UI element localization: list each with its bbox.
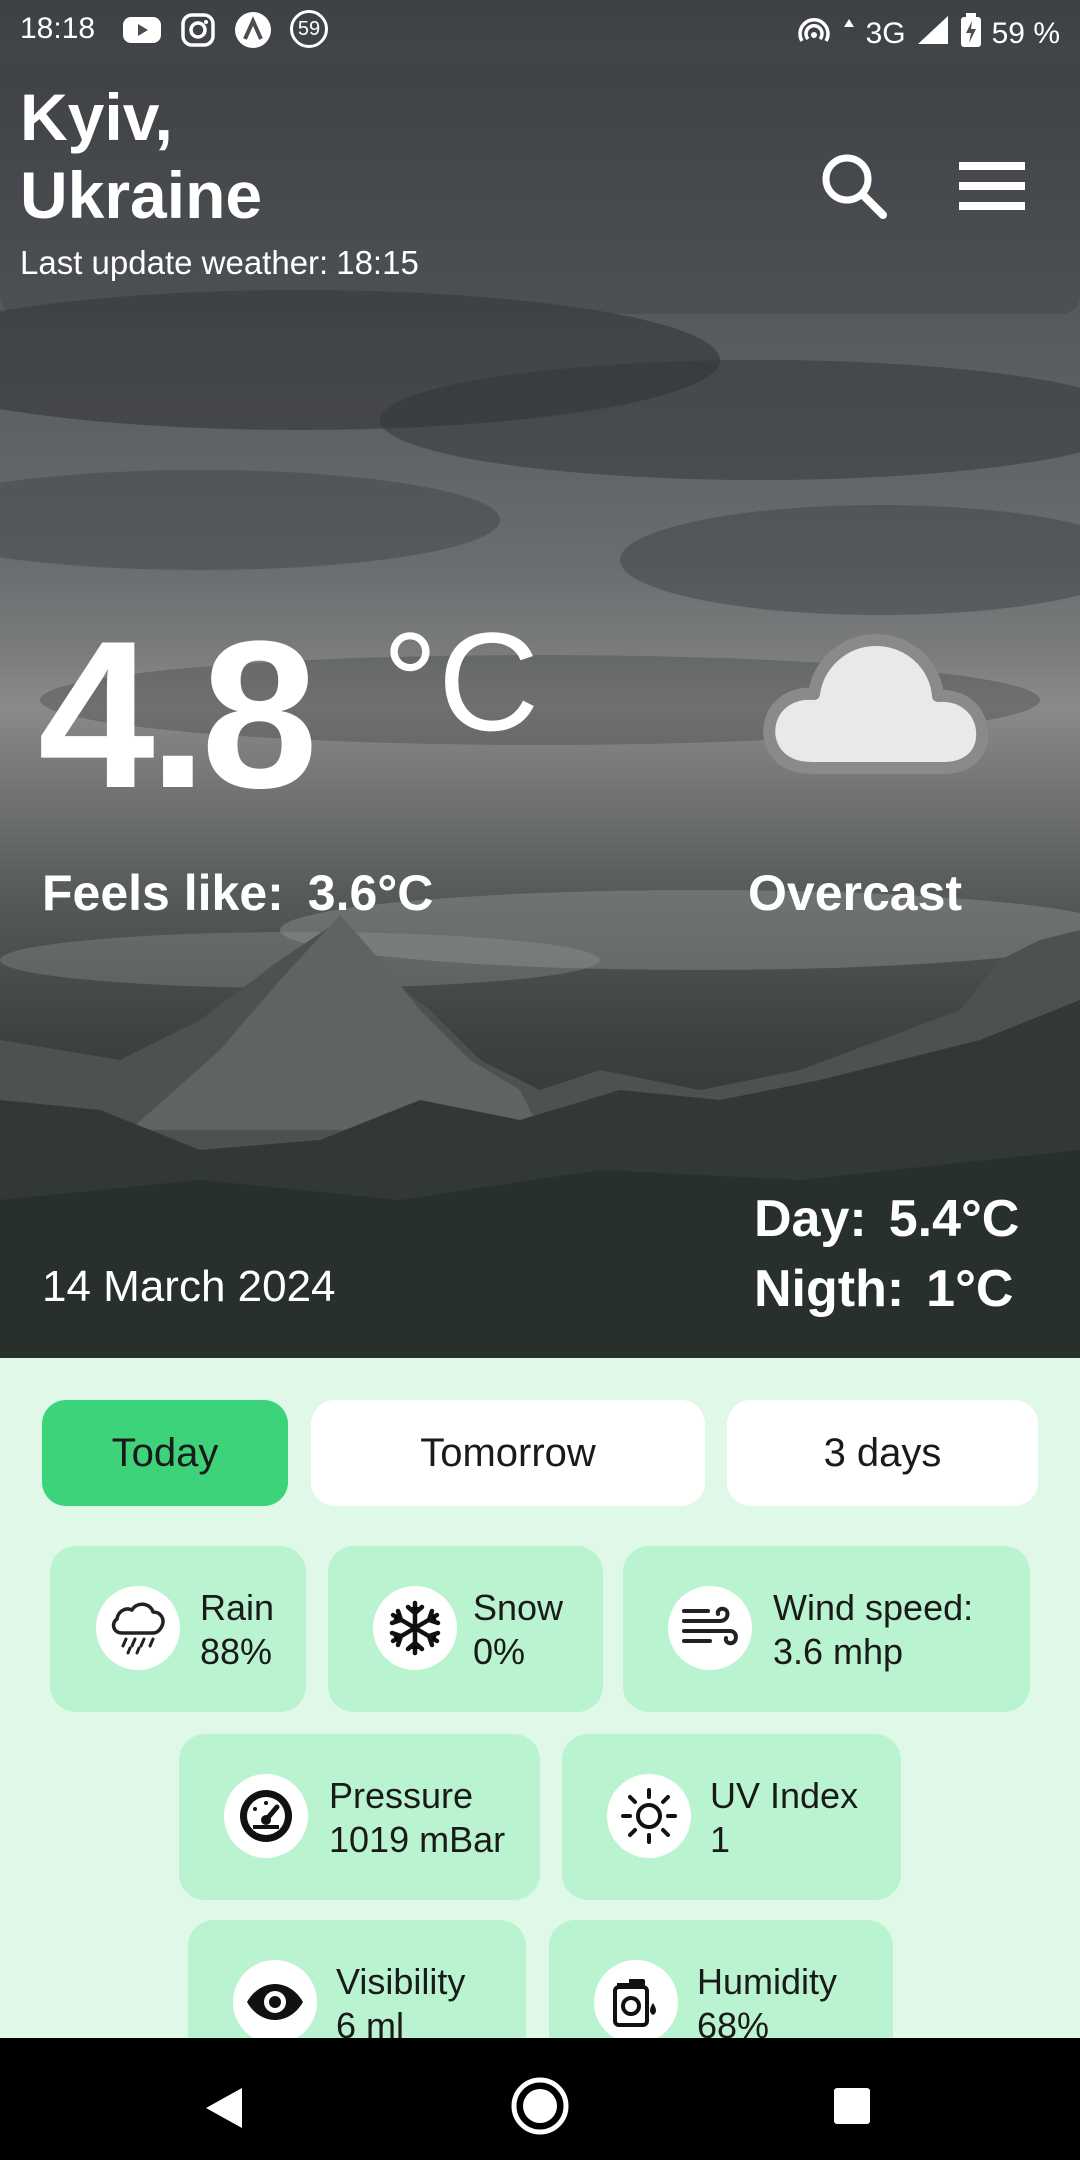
- menu-button[interactable]: [952, 146, 1032, 226]
- snow-value: 0%: [473, 1631, 526, 1672]
- last-update-time: 18:15: [336, 244, 419, 281]
- status-right: 3G 59 %: [796, 12, 1060, 56]
- status-time: 18:18: [20, 12, 96, 45]
- wind-label: Wind speed:: [773, 1587, 974, 1628]
- rain-card: Rain 88%: [50, 1546, 306, 1712]
- pressure-value: 1019 mBar: [329, 1819, 506, 1860]
- search-button[interactable]: [814, 146, 894, 226]
- signal-icon: [916, 14, 950, 54]
- feels-like-label: Feels like:: [42, 865, 284, 921]
- search-icon: [822, 154, 887, 219]
- last-update-label: Last update weather:: [20, 244, 329, 281]
- pressure-label: Pressure: [329, 1775, 474, 1816]
- rain-label: Rain: [200, 1587, 275, 1628]
- tab-today[interactable]: Today: [42, 1400, 288, 1506]
- wind-icon: [668, 1586, 752, 1670]
- battery-icon: [960, 12, 982, 56]
- snowflake-icon: [373, 1586, 457, 1670]
- home-button[interactable]: [508, 2074, 572, 2138]
- uv-card: UV Index 1: [562, 1734, 901, 1900]
- temperature-unit: °C: [382, 603, 540, 760]
- navigation-bar: [0, 2038, 1080, 2160]
- snow-card: Snow 0%: [328, 1546, 603, 1712]
- current-temperature: 4.8: [38, 597, 318, 832]
- data-arrow-icon: [842, 15, 856, 53]
- day-temp-row: Day: 5.4°C: [754, 1184, 1019, 1254]
- day-label: Day:: [754, 1190, 867, 1248]
- day-value: 5.4°C: [888, 1190, 1020, 1248]
- uv-value: 1: [710, 1819, 731, 1860]
- night-value: 1°C: [926, 1260, 1014, 1318]
- country-name: Ukraine: [20, 158, 263, 232]
- feels-like-value: 3.6°C: [307, 865, 434, 921]
- night-temp-row: Nigth: 1°C: [754, 1254, 1019, 1324]
- back-button[interactable]: [196, 2078, 256, 2138]
- wind-value: 3.6 mhp: [773, 1631, 904, 1672]
- eye-icon: [233, 1960, 317, 2044]
- last-update: Last update weather: 18:15: [20, 244, 419, 282]
- rain-cloud-icon: [96, 1586, 180, 1670]
- recents-button[interactable]: [830, 2084, 874, 2128]
- battery-percent: 59 %: [991, 17, 1060, 50]
- tab-tomorrow[interactable]: Tomorrow: [311, 1400, 705, 1506]
- notification-badge: 59: [290, 10, 328, 48]
- city-name: Kyiv,: [20, 80, 173, 154]
- sun-icon: [607, 1774, 691, 1858]
- home-circle-icon: [511, 2077, 569, 2135]
- pressure-card: Pressure 1019 mBar: [179, 1734, 540, 1900]
- network-type: 3G: [865, 17, 906, 50]
- uv-label: UV Index: [710, 1775, 859, 1816]
- location-title: Kyiv, Ukraine: [20, 78, 420, 234]
- wind-card: Wind speed: 3.6 mhp: [623, 1546, 1030, 1712]
- gauge-icon: [224, 1774, 308, 1858]
- visibility-label: Visibility: [336, 1961, 466, 2002]
- day-night-temps: Day: 5.4°C Nigth: 1°C: [754, 1184, 1019, 1324]
- app-notification-icon: [234, 10, 272, 50]
- humidity-label: Humidity: [697, 1961, 838, 2002]
- hotspot-icon: [796, 15, 832, 53]
- instagram-icon: [180, 10, 216, 50]
- current-date: 14 March 2024: [42, 1262, 336, 1311]
- overcast-cloud-icon: [760, 618, 990, 783]
- rain-value: 88%: [200, 1631, 273, 1672]
- back-triangle-icon: [206, 2088, 242, 2128]
- feels-like: Feels like: 3.6°C: [42, 864, 433, 922]
- hamburger-menu-icon: [959, 162, 1025, 210]
- humidity-icon: [594, 1960, 678, 2044]
- youtube-icon: [122, 10, 162, 50]
- status-bar: 18:18 59 3G 59 %: [0, 0, 1080, 62]
- tab-3-days[interactable]: 3 days: [727, 1400, 1038, 1506]
- recents-square-icon: [834, 2088, 870, 2124]
- snow-label: Snow: [473, 1587, 564, 1628]
- weather-condition: Overcast: [748, 865, 963, 921]
- night-label: Nigth:: [754, 1260, 905, 1318]
